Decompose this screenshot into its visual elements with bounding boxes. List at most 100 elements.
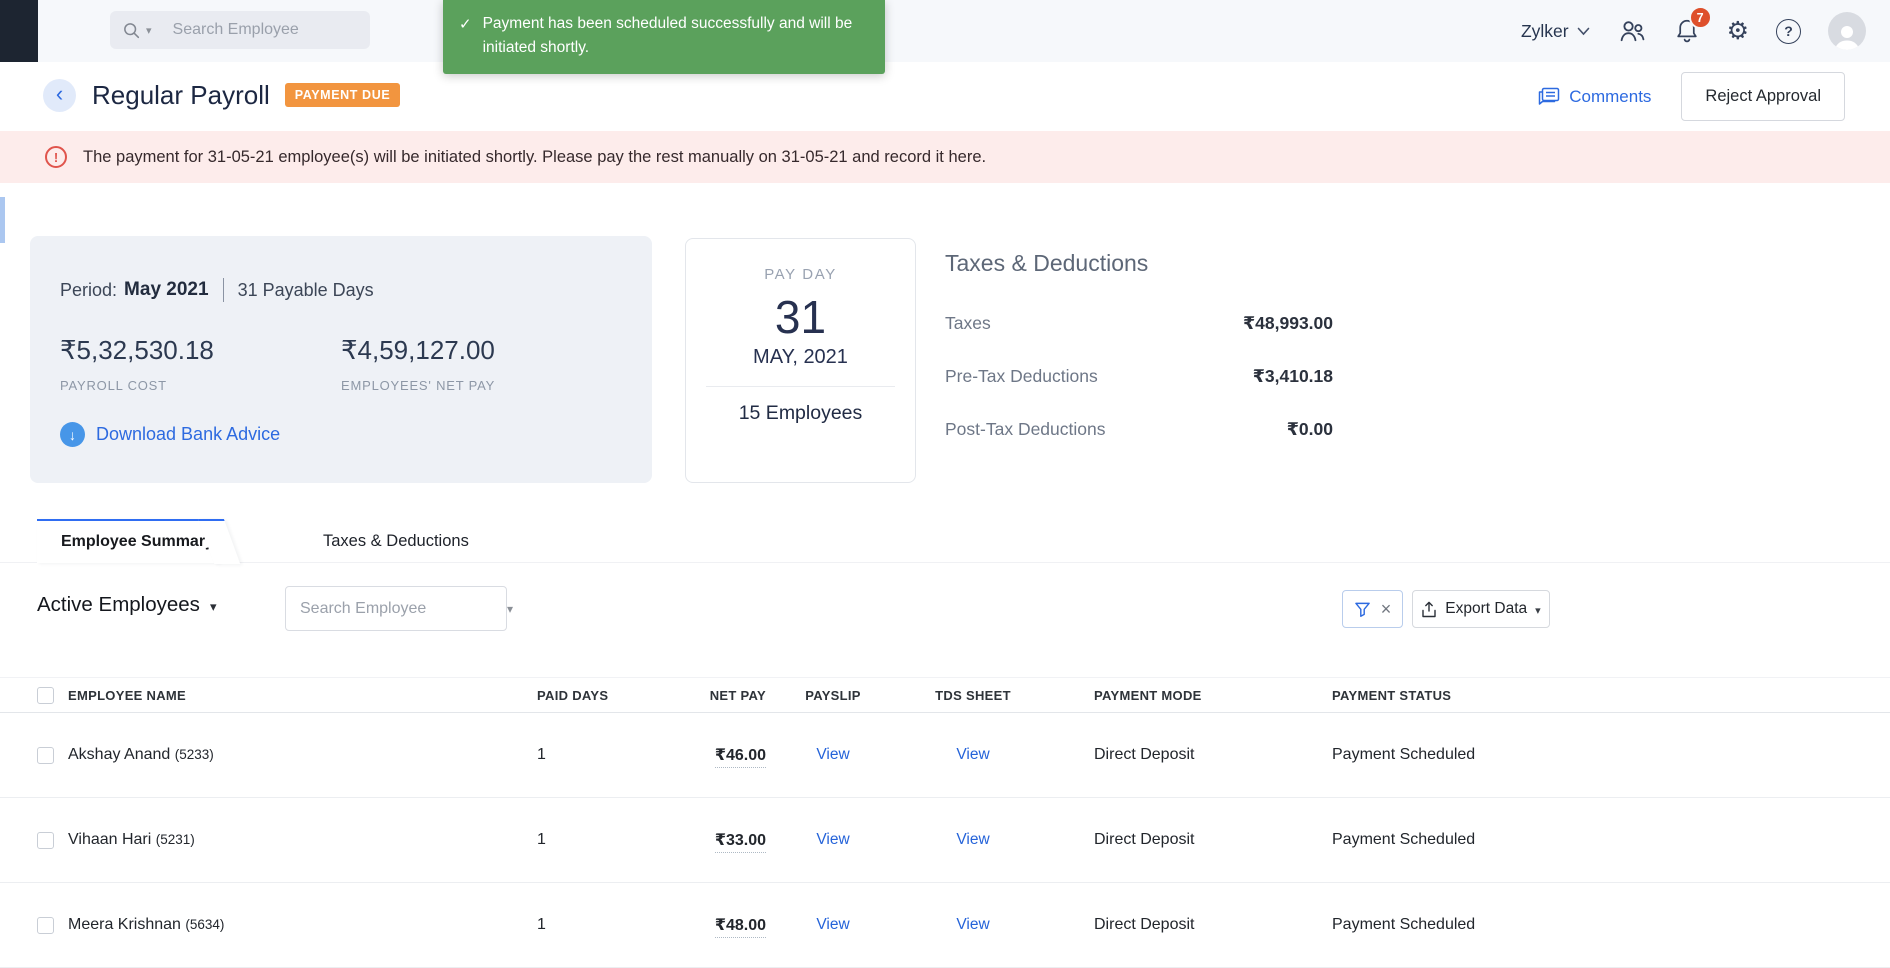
net-pay-value: ₹4,59,127.00: [341, 335, 622, 366]
global-search-input[interactable]: [173, 21, 380, 39]
notifications-bell-icon[interactable]: 7: [1674, 17, 1700, 45]
tax-label: Pre-Tax Deductions: [945, 366, 1098, 387]
net-pay-label: EMPLOYEES' NET PAY: [341, 378, 622, 393]
export-icon: [1421, 601, 1437, 618]
employee-filter-label: Active Employees: [37, 593, 200, 617]
search-scope-caret-icon[interactable]: ▾: [146, 24, 152, 37]
employee-id: (5233): [175, 747, 214, 762]
download-bank-advice-link[interactable]: ↓ Download Bank Advice: [60, 422, 622, 447]
employee-name: Akshay Anand (5233): [68, 746, 511, 764]
col-payment-mode: PAYMENT MODE: [1046, 688, 1306, 703]
payroll-cost-value: ₹5,32,530.18: [60, 335, 341, 366]
org-switcher[interactable]: Zylker: [1521, 21, 1590, 42]
status-badge: PAYMENT DUE: [285, 83, 401, 107]
payment-alert-banner: ! The payment for 31-05-21 employee(s) w…: [0, 131, 1890, 183]
col-net-pay: NET PAY: [626, 688, 766, 703]
download-icon: ↓: [60, 422, 85, 447]
payday-month-year: MAY, 2021: [686, 346, 915, 369]
tax-label: Post-Tax Deductions: [945, 419, 1106, 440]
period-value: May 2021: [124, 279, 209, 301]
row-checkbox[interactable]: [37, 832, 54, 849]
payslip-view-link[interactable]: View: [816, 746, 849, 763]
org-name: Zylker: [1521, 21, 1569, 42]
clear-filter-icon[interactable]: ×: [1381, 600, 1392, 618]
settings-gear-icon[interactable]: ⚙: [1727, 19, 1749, 44]
reject-approval-button[interactable]: Reject Approval: [1681, 72, 1845, 121]
payable-days: 31 Payable Days: [238, 280, 374, 301]
payslip-view-link[interactable]: View: [816, 916, 849, 933]
user-avatar[interactable]: [1828, 12, 1866, 50]
payment-mode-value: Direct Deposit: [1046, 831, 1306, 849]
payday-label: PAY DAY: [686, 266, 915, 283]
tab-strip: Employee Summary Taxes & Deductions: [0, 519, 1890, 563]
divider: [223, 278, 224, 302]
table-row: Meera Krishnan (5634) 1 ₹48.00 View View…: [0, 883, 1890, 968]
payslip-view-link[interactable]: View: [816, 831, 849, 848]
toast-message: Payment has been scheduled successfully …: [483, 12, 865, 60]
table-row: Akshay Anand (5233) 1 ₹46.00 View View D…: [0, 713, 1890, 798]
page-title: Regular Payroll: [92, 80, 270, 111]
payday-card: PAY DAY 31 MAY, 2021 15 Employees: [685, 238, 916, 483]
employee-table: EMPLOYEE NAME PAID DAYS NET PAY PAYSLIP …: [0, 677, 1890, 968]
employee-name-text: Meera Krishnan: [68, 916, 181, 933]
employee-search-select[interactable]: ▾: [285, 586, 507, 631]
paid-days-value: 1: [511, 831, 626, 849]
search-icon: [122, 21, 141, 40]
payday-day: 31: [686, 290, 915, 344]
export-label: Export Data: [1445, 600, 1527, 618]
employee-search-input[interactable]: [300, 600, 507, 618]
filter-button[interactable]: ×: [1342, 590, 1403, 628]
payment-mode-value: Direct Deposit: [1046, 746, 1306, 764]
tax-row-pretax: Pre-Tax Deductions ₹3,410.18: [945, 366, 1333, 387]
tds-view-link[interactable]: View: [956, 746, 989, 763]
tds-view-link[interactable]: View: [956, 916, 989, 933]
global-search[interactable]: ▾: [110, 11, 370, 49]
select-all-checkbox[interactable]: [37, 687, 54, 704]
users-icon[interactable]: [1617, 18, 1647, 44]
tax-value: ₹3,410.18: [1253, 366, 1333, 387]
left-edge-highlight: [0, 197, 5, 243]
tax-value: ₹48,993.00: [1243, 313, 1333, 334]
employee-filter-dropdown[interactable]: Active Employees ▾: [37, 593, 216, 617]
back-button[interactable]: ‹: [43, 79, 76, 112]
tax-label: Taxes: [945, 313, 991, 334]
download-bank-advice-label: Download Bank Advice: [96, 424, 280, 445]
employee-id: (5634): [185, 917, 224, 932]
taxes-section-title: Taxes & Deductions: [945, 250, 1333, 277]
comments-link[interactable]: Comments: [1538, 87, 1651, 107]
tab-label: Employee Summary: [61, 533, 214, 551]
tab-taxes-deductions[interactable]: Taxes & Deductions: [323, 519, 469, 563]
payday-employee-count: 15 Employees: [686, 402, 915, 425]
period-summary-card: Period: May 2021 31 Payable Days ₹5,32,5…: [30, 236, 652, 483]
table-toolbar: Active Employees ▾ ▾ × Export Data ▾: [0, 586, 1890, 632]
top-bar: ▾ Zylker 7 ⚙ ?: [0, 0, 1890, 62]
col-payment-status: PAYMENT STATUS: [1306, 688, 1890, 703]
divider: [706, 386, 895, 387]
employee-id: (5231): [156, 832, 195, 847]
table-row: Vihaan Hari (5231) 1 ₹33.00 View View Di…: [0, 798, 1890, 883]
col-tds-sheet: TDS SHEET: [900, 688, 1046, 703]
employee-name-text: Akshay Anand: [68, 746, 170, 763]
row-checkbox[interactable]: [37, 747, 54, 764]
net-pay-value: ₹48.00: [715, 917, 766, 938]
page-header: ‹ Regular Payroll PAYMENT DUE Comments R…: [0, 62, 1890, 128]
payment-status-value: Payment Scheduled: [1306, 916, 1890, 934]
col-employee-name: EMPLOYEE NAME: [68, 688, 511, 703]
payroll-cost-label: PAYROLL COST: [60, 378, 341, 393]
tab-label: Taxes & Deductions: [323, 532, 469, 551]
row-checkbox[interactable]: [37, 917, 54, 934]
col-payslip: PAYSLIP: [766, 688, 900, 703]
tax-value: ₹0.00: [1287, 419, 1333, 440]
caret-down-icon: ▾: [210, 599, 217, 615]
payment-mode-value: Direct Deposit: [1046, 916, 1306, 934]
notification-count-badge: 7: [1689, 6, 1712, 29]
period-label: Period:: [60, 280, 117, 301]
tab-employee-summary[interactable]: Employee Summary: [37, 519, 219, 563]
success-toast: ✓ Payment has been scheduled successfull…: [443, 0, 885, 74]
employee-name-text: Vihaan Hari: [68, 831, 151, 848]
help-icon[interactable]: ?: [1776, 19, 1801, 44]
tax-row-posttax: Post-Tax Deductions ₹0.00: [945, 419, 1333, 440]
paid-days-value: 1: [511, 916, 626, 934]
tds-view-link[interactable]: View: [956, 831, 989, 848]
export-data-button[interactable]: Export Data ▾: [1412, 590, 1550, 628]
